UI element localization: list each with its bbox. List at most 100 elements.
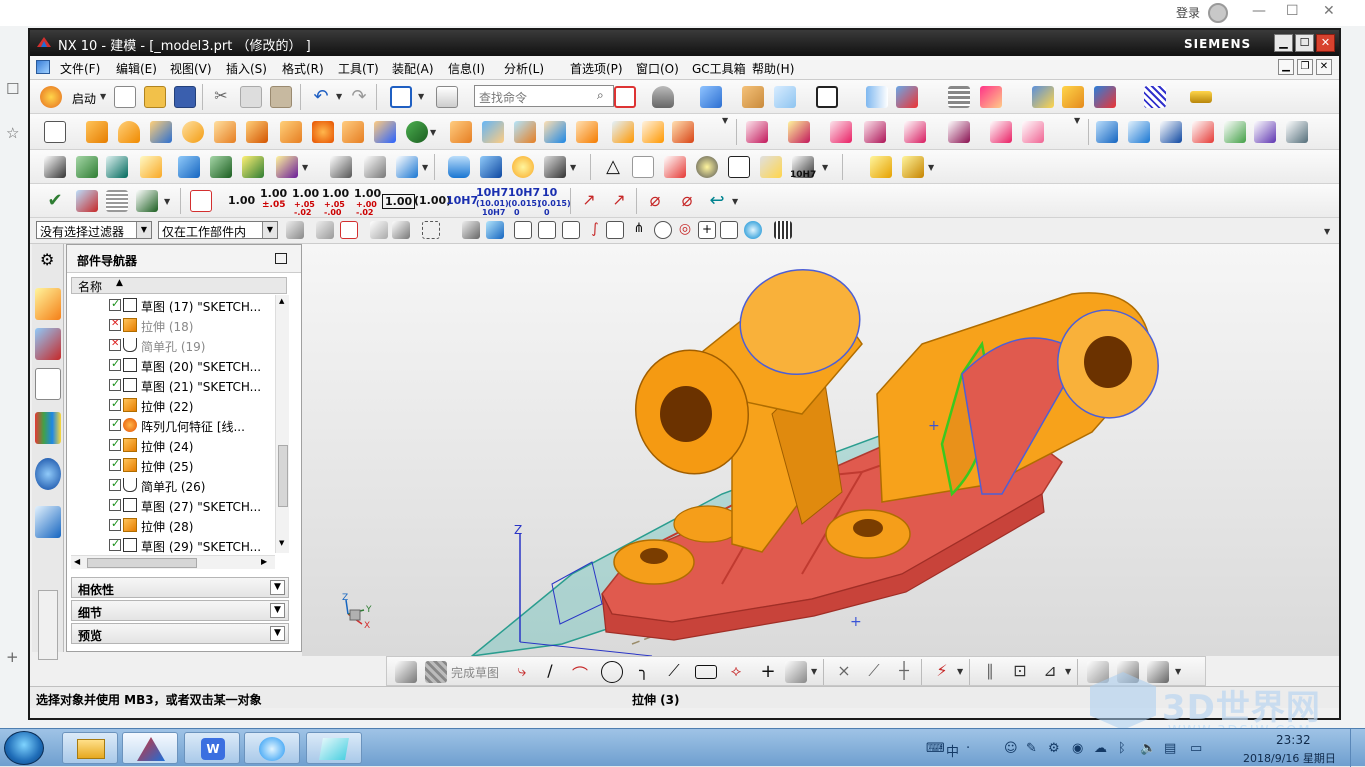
snap-quadrant-icon[interactable]: ◎ [676, 221, 694, 239]
face-edge-icon[interactable] [742, 86, 764, 108]
shaded-cube-icon[interactable] [700, 86, 722, 108]
precision-5[interactable]: 1.00 [354, 188, 381, 199]
chart-icon[interactable] [664, 156, 686, 178]
tree-row[interactable]: 拉伸 (24) [71, 435, 271, 455]
ruler-icon[interactable] [1190, 91, 1212, 103]
graphics-viewport[interactable]: + + Z X Y Z [302, 244, 1339, 656]
scroll-down-icon[interactable]: ▼ [279, 539, 284, 547]
sync-delete-face-icon[interactable] [830, 121, 852, 143]
sketch-icon[interactable] [44, 121, 66, 143]
datum-csys-icon[interactable] [106, 156, 128, 178]
type-filter-select[interactable]: 没有选择过滤器 ▼ [36, 221, 152, 239]
studio-surface-icon[interactable] [1286, 121, 1308, 143]
constraint-navigator-icon[interactable] [35, 328, 61, 360]
menu-help[interactable]: 帮助(H) [752, 60, 794, 77]
nx-task[interactable] [122, 732, 178, 764]
circle-icon[interactable] [601, 661, 623, 683]
quick-extend-icon[interactable]: ⟋ [863, 661, 885, 683]
offset-curve-icon[interactable] [330, 156, 352, 178]
orient-csys-icon[interactable] [136, 190, 158, 212]
make-corner-icon[interactable]: ┼ [893, 661, 915, 683]
trim-body-icon[interactable] [482, 121, 504, 143]
precision-3[interactable]: 1.00 [292, 188, 319, 199]
model-view[interactable]: + + Z X Y Z [302, 244, 1339, 656]
menu-file[interactable]: 文件(F) [60, 60, 100, 77]
snap-endpoint-icon[interactable] [538, 221, 556, 239]
snap-body-icon[interactable] [486, 221, 504, 239]
n-sided-icon[interactable] [1254, 121, 1276, 143]
snap-face-icon[interactable] [462, 221, 480, 239]
checkbox-checked-icon[interactable] [109, 517, 121, 531]
snap-bounded-icon[interactable] [744, 221, 762, 239]
snap-icon[interactable] [1094, 86, 1116, 108]
security-icon[interactable]: ◉ [1072, 741, 1083, 756]
pad-icon[interactable] [246, 121, 268, 143]
tree-row[interactable]: 拉伸 (28) [71, 515, 271, 535]
close-button[interactable]: ✕ [1316, 34, 1335, 52]
menu-information[interactable]: 信息(I) [448, 60, 485, 77]
section-view-icon[interactable] [866, 86, 888, 108]
redo-icon[interactable]: ↷ [348, 86, 370, 108]
layer-settings-icon[interactable] [948, 86, 970, 108]
checkbox-checked-icon[interactable] [109, 417, 121, 431]
bounded-plane-icon[interactable] [1192, 121, 1214, 143]
draft-icon[interactable] [642, 121, 664, 143]
wcs-icon[interactable] [980, 86, 1002, 108]
browser-star-icon[interactable]: ☆ [6, 124, 19, 142]
deselect-icon[interactable] [370, 221, 388, 239]
datum-plane-icon[interactable] [76, 156, 98, 178]
menu-window[interactable]: 窗口(O) [636, 60, 679, 77]
fit-10h7[interactable]: 10H7 [446, 195, 478, 206]
assembly-select-icon[interactable] [286, 221, 304, 239]
sync-pull-face-icon[interactable] [788, 121, 810, 143]
tree-row[interactable]: 拉伸 (22) [71, 395, 271, 415]
menu-view[interactable]: 视图(V) [170, 60, 212, 77]
menu-format[interactable]: 格式(R) [282, 60, 324, 77]
tree-row[interactable]: 草图 (21) "SKETCH... [71, 375, 271, 395]
snap-intersection-icon[interactable]: ⋔ [630, 221, 648, 239]
snap-midpoint-icon[interactable] [562, 221, 580, 239]
background-icon[interactable] [816, 86, 838, 108]
fit-view-icon[interactable] [390, 86, 412, 108]
boss-icon[interactable] [182, 121, 204, 143]
tree-row[interactable]: 草图 (17) "SKETCH... [71, 295, 271, 315]
revolve-icon[interactable] [118, 121, 140, 143]
doc-close-button[interactable]: ✕ [1316, 59, 1332, 75]
constraint-icon[interactable]: ∥ [979, 661, 1001, 683]
search-input[interactable]: 查找命令 [474, 85, 614, 107]
browser-close-icon[interactable]: ✕ [1323, 3, 1335, 19]
input-method-icon[interactable]: ⌨ [926, 741, 945, 756]
point-set-icon[interactable] [44, 156, 66, 178]
notes-task[interactable] [306, 732, 362, 764]
intersect-icon[interactable] [450, 121, 472, 143]
name-column-header[interactable]: 名称 ▲ [71, 277, 287, 294]
menu-assemblies[interactable]: 装配(A) [392, 60, 434, 77]
ime-punctuation-icon[interactable]: · [966, 741, 970, 756]
undo-icon[interactable]: ↶ [310, 86, 332, 108]
login-link[interactable]: 登录 [1176, 4, 1200, 21]
bearing-icon[interactable] [512, 156, 534, 178]
project-curve-icon[interactable] [364, 156, 386, 178]
start-button[interactable]: 启动 [72, 90, 96, 107]
select-all-icon[interactable] [340, 221, 358, 239]
explorer-task[interactable] [62, 732, 118, 764]
checkbox-checked-icon[interactable] [109, 357, 121, 371]
diameter-icon[interactable]: ⌀ [644, 190, 666, 212]
horizontal-scrollbar[interactable]: ◀ ▶ [71, 555, 275, 569]
browser-add-icon[interactable]: + [6, 648, 19, 666]
finish-sketch-button[interactable]: 完成草图 [451, 664, 499, 681]
ime-skin-icon[interactable]: ☺ [1004, 741, 1018, 756]
move-component-icon[interactable] [242, 156, 264, 178]
ruled-icon[interactable] [1224, 121, 1246, 143]
pattern-face-icon[interactable] [342, 121, 364, 143]
paste-icon[interactable] [270, 86, 292, 108]
menu-edit[interactable]: 编辑(E) [116, 60, 157, 77]
tree-row[interactable]: 拉伸 (25) [71, 455, 271, 475]
checkbox-checked-icon[interactable] [109, 297, 121, 311]
snap-control-icon[interactable] [606, 221, 624, 239]
render-style-icon[interactable] [652, 86, 674, 108]
pmi-icon[interactable] [902, 156, 924, 178]
product-info-icon[interactable] [870, 156, 892, 178]
quick-trim-icon[interactable]: ⨯ [833, 661, 855, 683]
sketch-mode-icon[interactable] [395, 661, 417, 683]
